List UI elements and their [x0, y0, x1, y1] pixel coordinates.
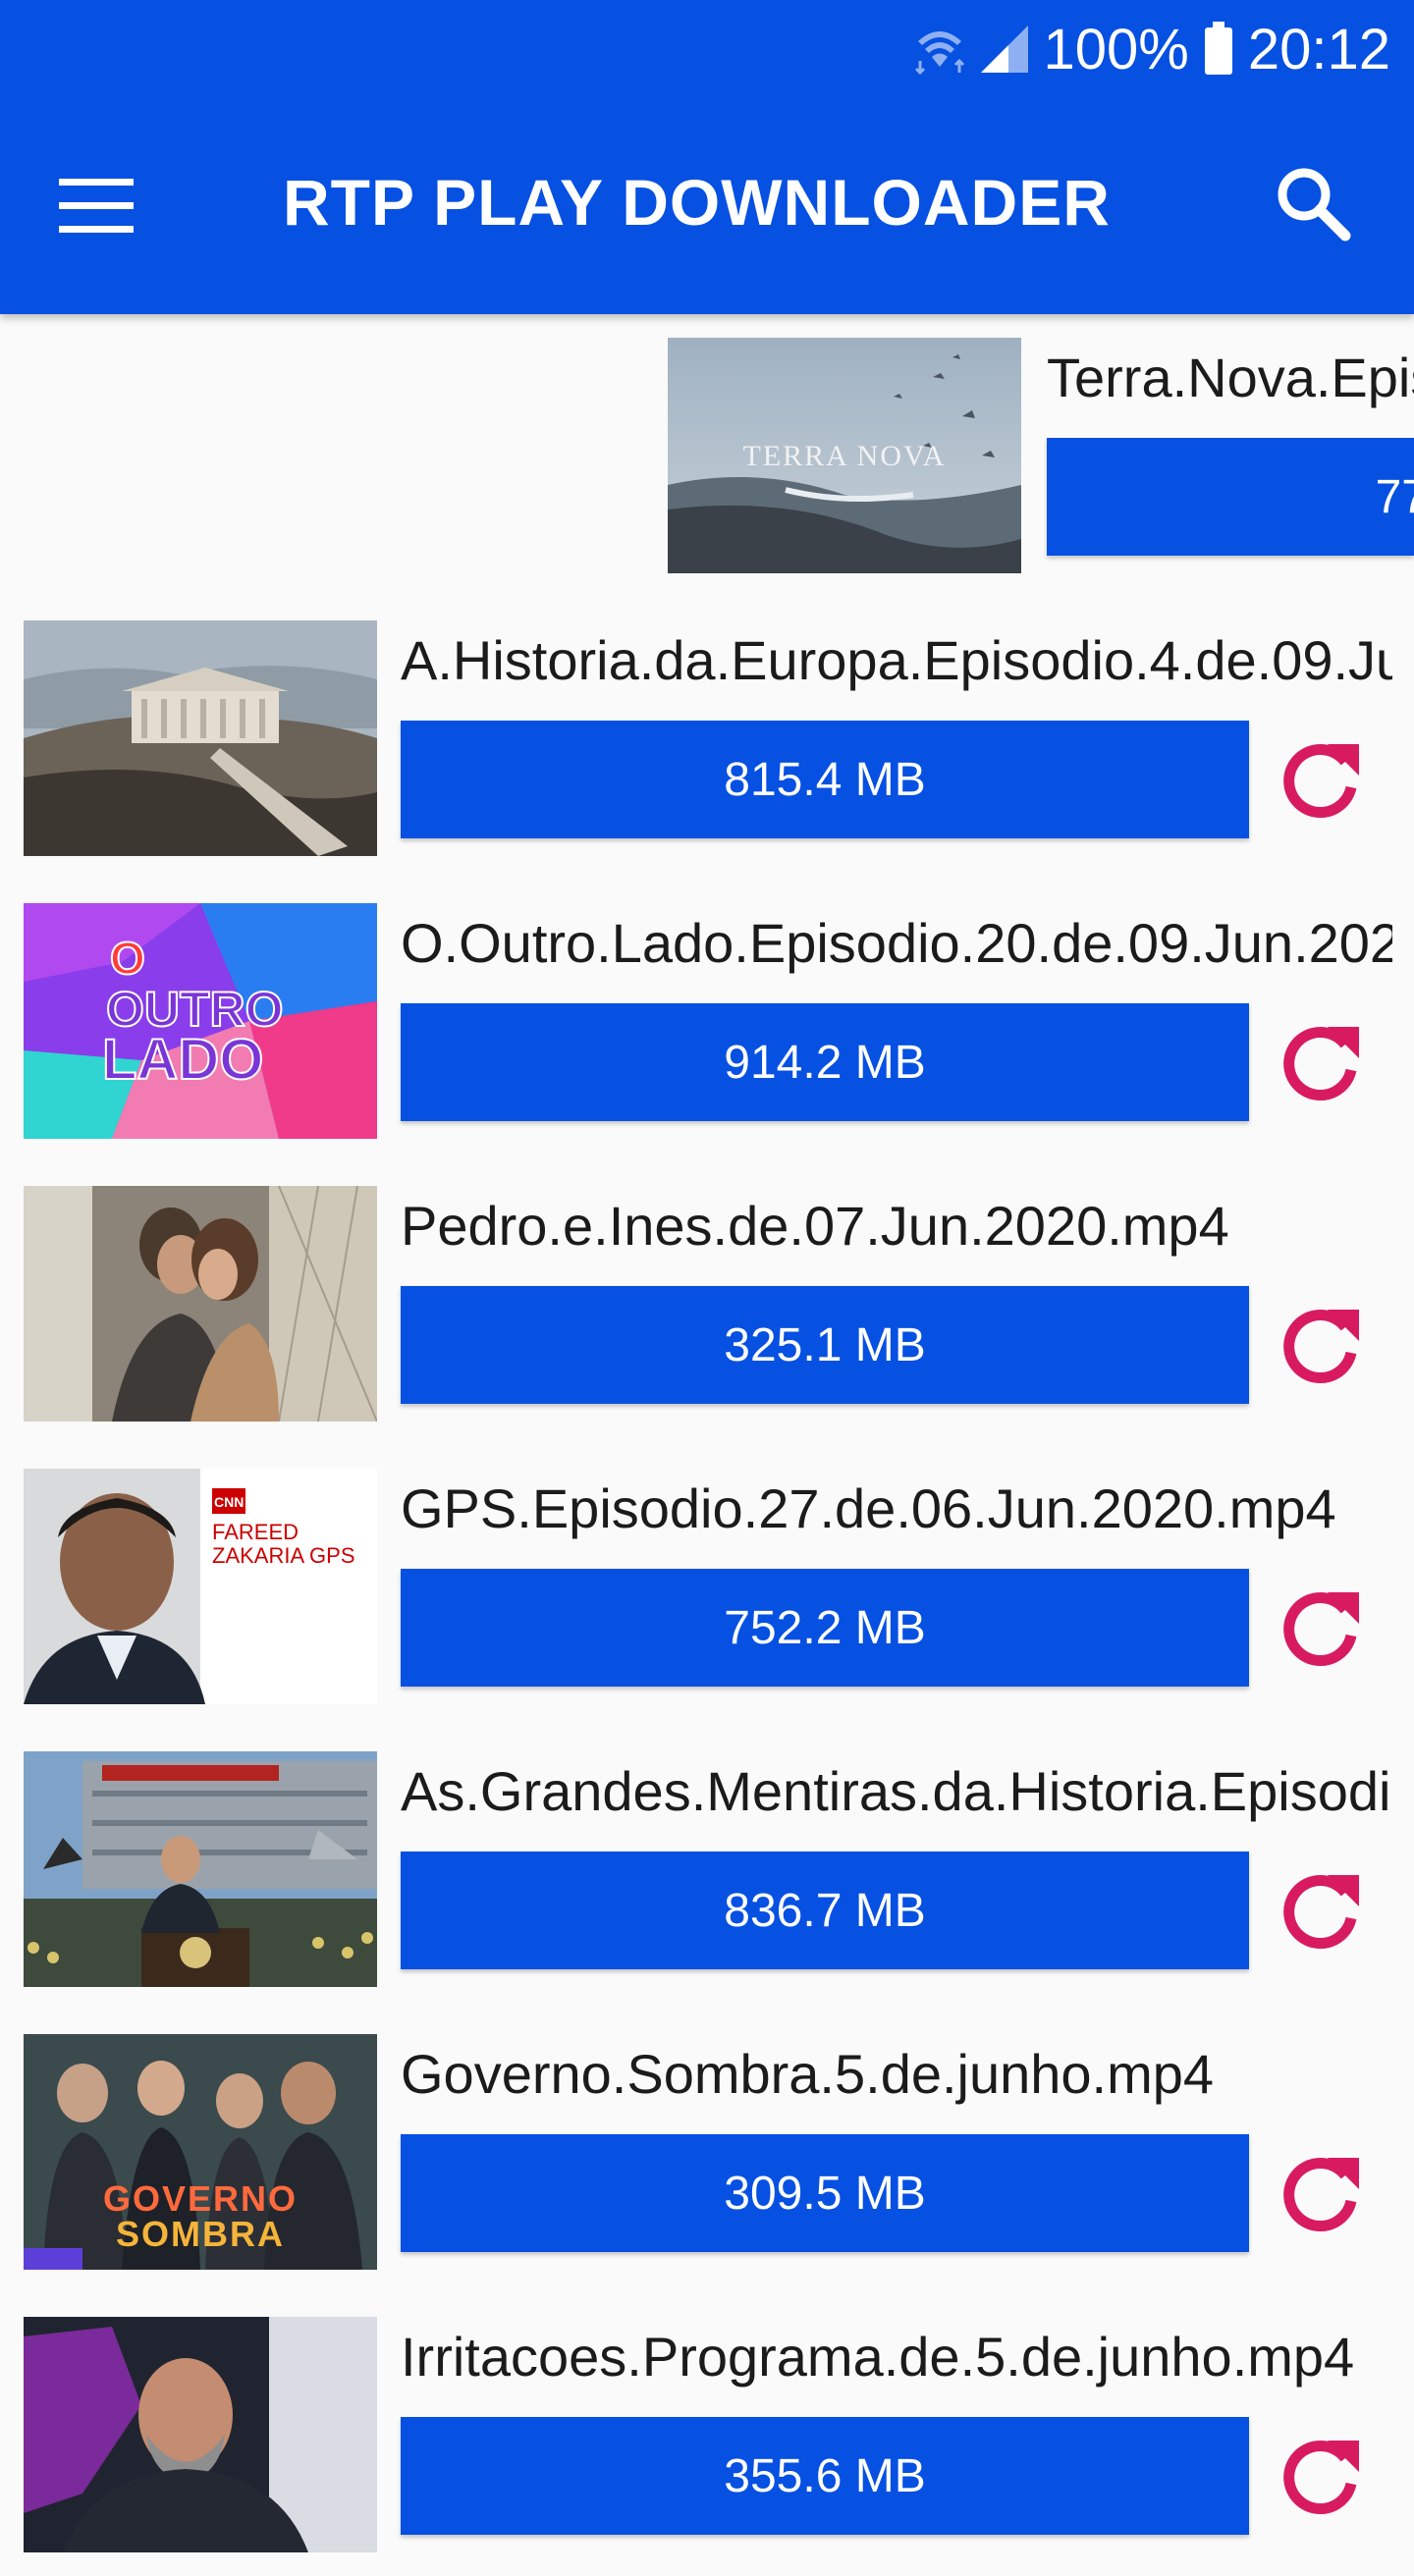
size-label: 752.2 MB [724, 1601, 926, 1654]
retry-button[interactable] [1273, 1298, 1367, 1392]
refresh-icon [1273, 1875, 1367, 1961]
status-time: 20:12 [1247, 17, 1390, 81]
list-item[interactable]: A.Historia.da.Europa.Episodio.4.de.09.Ju… [0, 597, 1414, 880]
size-bar[interactable]: 355.6 MB [401, 2417, 1249, 2535]
thumbnail-caption: GOVERNO [102, 2178, 299, 2219]
size-bar[interactable]: 325.1 MB [401, 1286, 1249, 1404]
list-item[interactable]: CNN FAREED ZAKARIA GPS GPS.Episodio.27.d… [0, 1445, 1414, 1728]
item-title: Governo.Sombra.5.de.junho.mp4 [401, 2043, 1215, 2105]
search-button[interactable] [1273, 163, 1361, 251]
thumbnail-irritacoes [24, 2317, 377, 2552]
menu-button[interactable] [59, 167, 161, 245]
signal-icon [979, 24, 1030, 75]
size-bar[interactable]: 309.5 MB [401, 2134, 1249, 2252]
item-title: O.Outro.Lado.Episodio.20.de.09.Jun.202 [401, 912, 1392, 974]
list-item[interactable]: Pedro.e.Ines.de.07.Jun.2020.mp4 325.1 MB [0, 1162, 1414, 1445]
thumbnail-caption: FAREED [212, 1520, 299, 1544]
item-title: As.Grandes.Mentiras.da.Historia.Episodi [401, 1760, 1391, 1822]
size-label: 815.4 MB [724, 753, 926, 806]
retry-button[interactable] [1273, 1015, 1367, 1109]
size-bar[interactable]: 815.4 MB [401, 721, 1249, 838]
thumbnail-acropolis [24, 620, 377, 856]
thumbnail-governo-sombra: GOVERNO SOMBRA [24, 2034, 377, 2270]
thumbnail-caption: O [109, 932, 146, 985]
item-title: Terra.Nova.Epis [1047, 347, 1414, 408]
refresh-icon [1273, 1592, 1367, 1679]
retry-button[interactable] [1273, 1581, 1367, 1675]
size-label: 77 [1375, 470, 1414, 523]
refresh-icon [1273, 2158, 1367, 2244]
size-label: 309.5 MB [724, 2167, 926, 2220]
list-item[interactable]: GOVERNO SOMBRA Governo.Sombra.5.de.junho… [0, 2011, 1414, 2293]
size-label: 325.1 MB [724, 1318, 926, 1371]
battery-icon [1203, 22, 1234, 77]
item-title: Pedro.e.Ines.de.07.Jun.2020.mp4 [401, 1195, 1229, 1257]
size-bar[interactable]: 752.2 MB [401, 1569, 1249, 1687]
search-icon [1273, 168, 1351, 245]
app-title: RTP PLAY DOWNLOADER [283, 166, 1111, 239]
app-bar: 100% 20:12 RTP PLAY DOWNLOADER [0, 0, 1414, 314]
refresh-icon [1273, 744, 1367, 831]
size-label: 355.6 MB [724, 2449, 926, 2502]
list-item[interactable]: O OUTRO LADO O.Outro.Lado.Episodio.20.de… [0, 880, 1414, 1162]
list-item[interactable]: As.Grandes.Mentiras.da.Historia.Episodi … [0, 1728, 1414, 2011]
thumbnail-pedro-ines [24, 1186, 377, 1422]
size-bar[interactable]: 836.7 MB [401, 1852, 1249, 1969]
retry-button[interactable] [1273, 2146, 1367, 2240]
wifi-icon [914, 24, 965, 75]
thumbnail-caption: CNN [214, 1494, 245, 1510]
item-title: A.Historia.da.Europa.Episodio.4.de.09.Ju [401, 629, 1392, 691]
size-label: 836.7 MB [724, 1884, 926, 1937]
retry-button[interactable] [1273, 2429, 1367, 2523]
refresh-icon [1273, 1027, 1367, 1113]
status-bar: 100% 20:12 [914, 14, 1390, 84]
list-item[interactable]: Irritacoes.Programa.de.5.de.junho.mp4 35… [0, 2293, 1414, 2576]
refresh-icon [1273, 1310, 1367, 1396]
thumbnail-terra-nova: TERRA NOVA [668, 338, 1021, 573]
list-item[interactable]: TERRA NOVA Terra.Nova.Epis 77 [0, 314, 1414, 597]
hamburger-menu-icon [59, 179, 137, 240]
thumbnail-caption: ZAKARIA GPS [212, 1543, 355, 1568]
size-label: 914.2 MB [724, 1036, 926, 1089]
retry-button[interactable] [1273, 732, 1367, 827]
retry-button[interactable] [1273, 1863, 1367, 1958]
size-bar[interactable]: 914.2 MB [401, 1003, 1249, 1121]
thumbnail-o-outro-lado: O OUTRO LADO [24, 903, 377, 1139]
thumbnail-mentiras [24, 1751, 377, 1987]
item-title: GPS.Episodio.27.de.06.Jun.2020.mp4 [401, 1477, 1336, 1539]
battery-percent: 100% [1043, 17, 1189, 81]
thumbnail-caption: LADO [101, 1028, 264, 1092]
thumbnail-gps: CNN FAREED ZAKARIA GPS [24, 1469, 377, 1704]
item-title: Irritacoes.Programa.de.5.de.junho.mp4 [401, 2326, 1355, 2388]
thumbnail-caption: TERRA NOVA [742, 440, 947, 472]
size-bar[interactable]: 77 [1047, 438, 1414, 556]
thumbnail-caption: SOMBRA [116, 2214, 285, 2254]
